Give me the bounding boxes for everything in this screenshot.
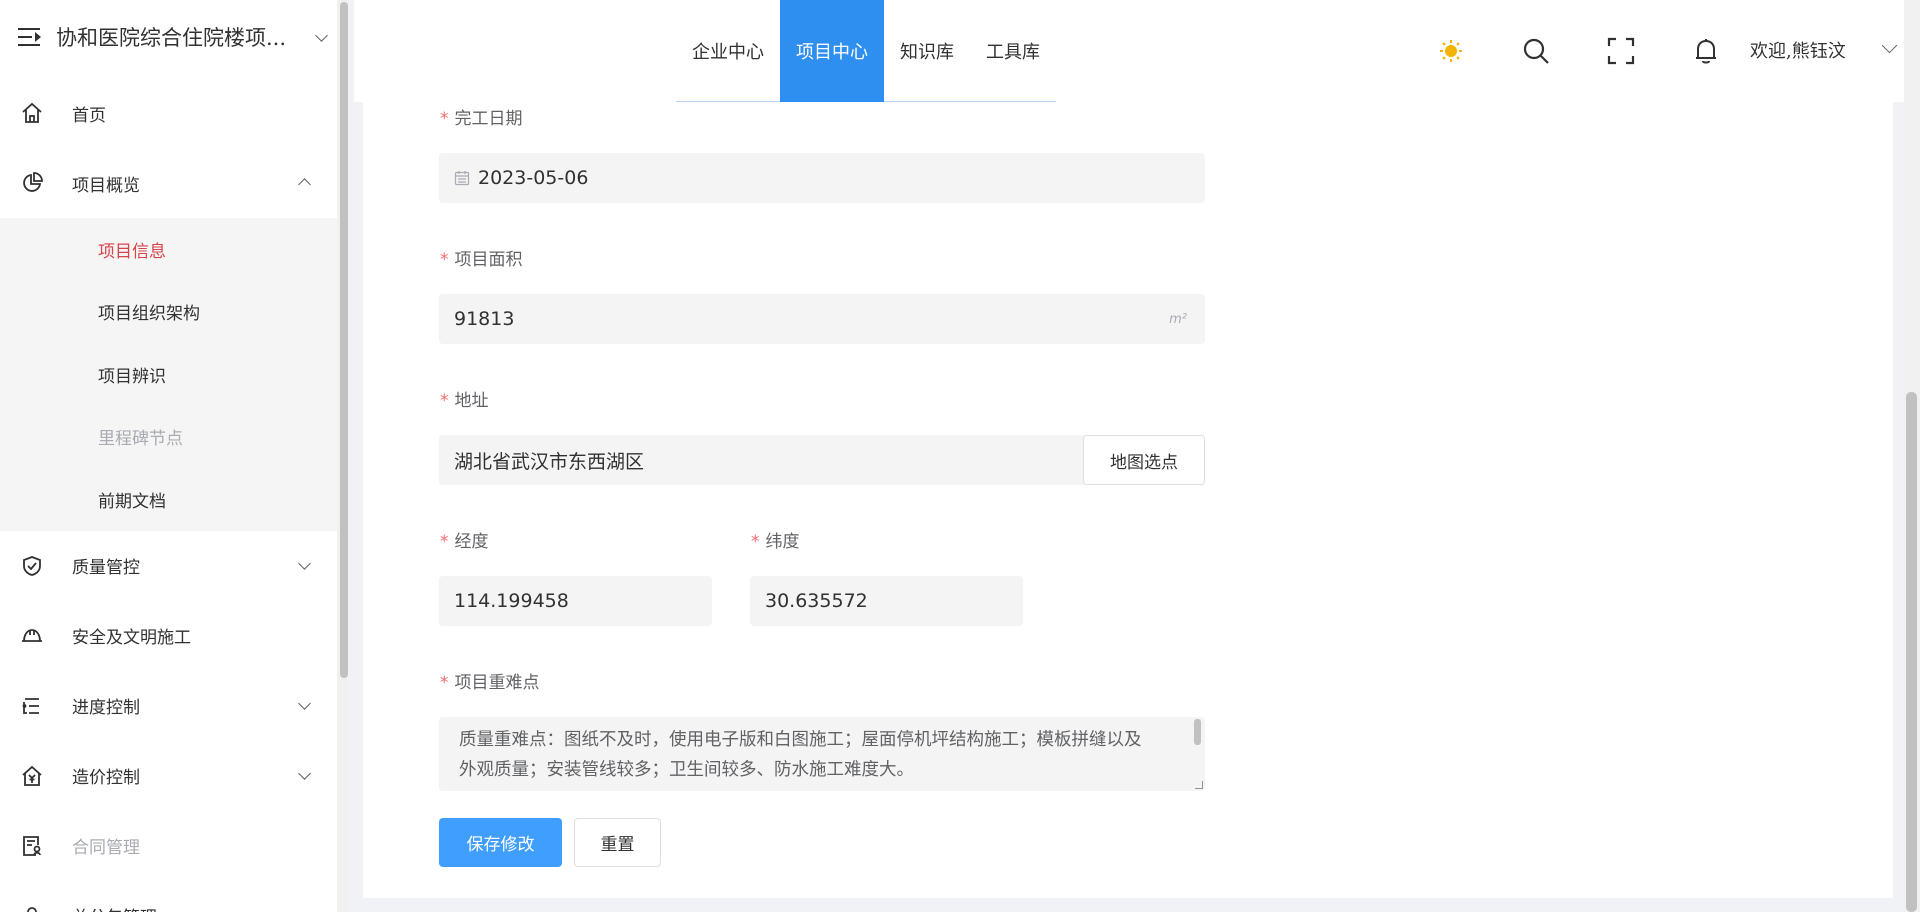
sidebar-item-label: 首页 [72, 105, 106, 126]
sidebar-item-label: 质量管控 [72, 558, 140, 578]
completion-date-label: * 完工日期 [440, 109, 523, 129]
map-select-button[interactable]: 地图选点 [1083, 435, 1205, 485]
chevron-up-icon [298, 178, 311, 191]
submenu-overview: 项目信息 项目组织架构 项目辨识 里程碑节点 前期文档 [0, 218, 340, 531]
tab-tool-library[interactable]: 工具库 [970, 0, 1056, 102]
sidebar-item-project-info[interactable]: 项目信息 [0, 218, 340, 281]
sidebar-item-milestones[interactable]: 里程碑节点 [0, 406, 340, 469]
tab-knowledge-base[interactable]: 知识库 [884, 0, 970, 102]
address-input[interactable]: 湖北省武汉市东西湖区 [439, 435, 1084, 485]
sidebar-item-label: 总分包管理 [72, 903, 157, 912]
sidebar-item-overview[interactable]: 项目概览 [0, 148, 340, 218]
calendar-icon [454, 170, 470, 186]
area-input[interactable]: 91813 m² [439, 294, 1205, 344]
longitude-label: * 经度 [440, 532, 489, 552]
sidebar-item-cost[interactable]: 造价控制 [0, 741, 340, 811]
chevron-down-icon [298, 906, 311, 912]
sidebar-item-project-org[interactable]: 项目组织架构 [0, 281, 340, 344]
contract-icon [20, 834, 44, 858]
difficulties-textarea[interactable]: 质量重难点：图纸不及时，使用电子版和白图施工；屋面停机坪结构施工；模板拼缝以及外… [439, 717, 1205, 791]
person-pin-icon [20, 904, 44, 912]
sidebar-item-project-identify[interactable]: 项目辨识 [0, 343, 340, 406]
sidebar-item-label: 合同管理 [72, 838, 140, 858]
home-icon [20, 101, 44, 125]
sidebar-item-home[interactable]: 首页 [0, 78, 340, 148]
top-header: 企业中心 项目中心 知识库 工具库 欢迎,熊钰汶 [354, 0, 1920, 102]
main-scrollbar[interactable] [1906, 392, 1917, 912]
tab-project-center[interactable]: 项目中心 [780, 0, 884, 102]
welcome-user[interactable]: 欢迎,熊钰汶 [1750, 37, 1846, 63]
top-nav: 企业中心 项目中心 知识库 工具库 [676, 0, 1056, 102]
sidebar-item-label: 进度控制 [72, 698, 140, 718]
shield-check-icon [20, 554, 44, 578]
sidebar-item-schedule[interactable]: 进度控制 [0, 671, 340, 741]
sidebar-item-early-docs[interactable]: 前期文档 [0, 468, 340, 531]
project-switcher[interactable]: 协和医院综合住院楼项... [0, 0, 340, 74]
chevron-down-icon [298, 556, 311, 570]
address-label: * 地址 [440, 391, 489, 411]
area-label: * 项目面积 [440, 250, 523, 270]
project-title[interactable]: 协和医院综合住院楼项... [56, 22, 286, 52]
house-yen-icon [20, 764, 44, 788]
difficulties-label: * 项目重难点 [440, 673, 540, 693]
sidebar-item-label: 造价控制 [72, 768, 140, 788]
sidebar: 协和医院综合住院楼项... 首页 项目概览 项目信息 项目组织架构 项目辨识 里… [0, 0, 340, 912]
textarea-scrollbar[interactable] [1194, 719, 1201, 745]
bell-icon[interactable] [1691, 36, 1721, 66]
helmet-icon [20, 624, 44, 648]
sidebar-item-label: 项目概览 [72, 175, 140, 196]
sidebar-item-safety[interactable]: 安全及文明施工 [0, 601, 340, 671]
latitude-label: * 纬度 [751, 532, 800, 552]
save-button[interactable]: 保存修改 [439, 818, 562, 867]
collapse-menu-icon[interactable] [18, 26, 44, 48]
sidebar-item-label: 安全及文明施工 [72, 628, 191, 648]
longitude-input[interactable]: 114.199458 [439, 576, 712, 626]
chevron-down-icon[interactable] [1881, 37, 1898, 54]
tab-enterprise-center[interactable]: 企业中心 [676, 0, 780, 102]
sidebar-item-contract[interactable]: 合同管理 [0, 811, 340, 881]
chevron-down-icon [315, 29, 328, 42]
chevron-down-icon [298, 696, 311, 710]
sidebar-item-subcontract[interactable]: 总分包管理 [0, 881, 340, 912]
sidebar-scrollbar[interactable] [340, 2, 348, 678]
latitude-input[interactable]: 30.635572 [750, 576, 1023, 626]
schedule-list-icon [20, 694, 44, 718]
search-icon[interactable] [1521, 36, 1551, 66]
sidebar-item-quality[interactable]: 质量管控 [0, 531, 340, 601]
fullscreen-icon[interactable] [1606, 36, 1636, 66]
chevron-down-icon [298, 766, 311, 780]
resize-handle-icon[interactable] [1195, 781, 1203, 789]
area-unit: m² [1169, 311, 1187, 327]
theme-sun-icon[interactable] [1436, 36, 1466, 66]
reset-button[interactable]: 重置 [574, 818, 661, 867]
project-info-form: * 完工日期 2023-05-06 * 项目面积 91813 m² * 地址 湖北省武… [363, 102, 1893, 898]
pie-chart-icon [20, 171, 44, 195]
completion-date-input[interactable]: 2023-05-06 [439, 153, 1205, 203]
